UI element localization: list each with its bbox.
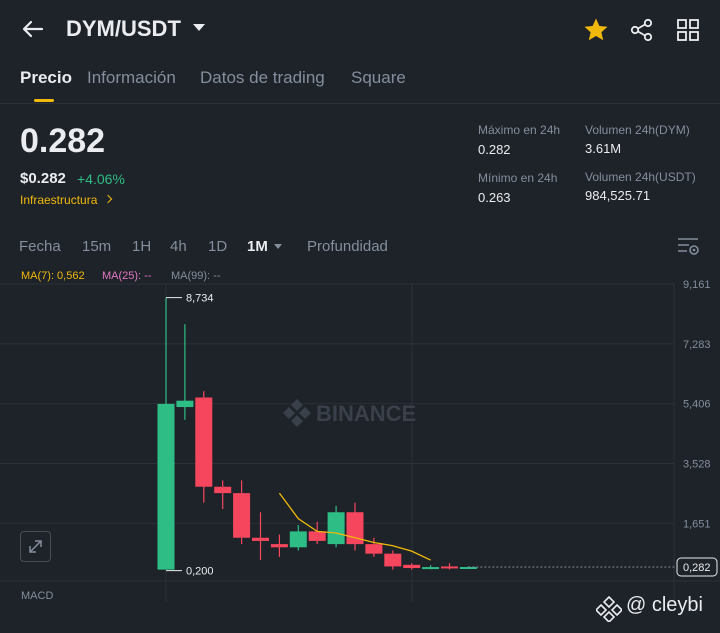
macd-label: MACD [21,590,54,602]
y-tick-label: 9,161 [683,279,711,291]
y-tick-label: 5,406 [683,399,711,411]
price-change: +4.06% [77,171,125,187]
y-tick-label: 1,651 [683,518,711,530]
y-tick-label: 7,283 [683,339,711,351]
candle-body [270,544,288,548]
current-price-label: 0,282 [683,562,711,574]
category-link[interactable]: Infraestructura [20,193,97,207]
low-24h-value: 0.263 [478,190,511,205]
candle-body [195,397,213,487]
tab-datos-trading[interactable]: Datos de trading [200,68,325,88]
candle-body [441,566,458,569]
candle-body [252,537,269,541]
candle-body [384,553,402,567]
candle-body [157,403,175,570]
candle-body [365,544,383,554]
section-tabs: Precio Información Datos de trading Squa… [0,64,720,104]
pair-title[interactable]: DYM/USDT [66,16,181,42]
chart-settings-icon[interactable] [676,236,700,256]
price-usd: $0.282 [20,170,66,187]
volume-base-label: Volumen 24h(DYM) [585,123,690,137]
candle-body [233,493,251,538]
interval-profundidad[interactable]: Profundidad [307,238,388,255]
interval-1m[interactable]: 1M [247,238,268,255]
candle-body [308,531,326,541]
share-icon[interactable] [628,16,656,44]
active-tab-indicator [34,99,54,102]
candle-body [289,531,307,548]
high-24h-value: 0.282 [478,142,511,157]
tab-informacion[interactable]: Información [87,68,176,88]
candle-body [327,512,345,545]
interval-4h[interactable]: 4h [170,238,187,255]
last-price: 0.282 [20,122,106,160]
high-24h-label: Máximo en 24h [478,123,561,137]
candlestick-chart[interactable]: BINANCE 9,161 7,283 5,406 3,528 1,651 0,282 8… [0,262,720,602]
back-arrow-icon[interactable] [18,14,48,44]
tab-precio[interactable]: Precio [20,68,72,88]
chart-grid [0,283,720,602]
candle-body [214,486,232,494]
y-tick-label: 3,528 [683,459,711,471]
expand-icon[interactable] [21,532,50,561]
volume-quote-label: Volumen 24h(USDT) [585,170,696,184]
candle-body [422,567,440,570]
user-watermark: @ cleybi [626,594,703,616]
expand-chart-button[interactable] [20,531,51,562]
interval-15m[interactable]: 15m [82,238,111,255]
chevron-right-icon[interactable] [103,194,113,204]
max-label: 8,734 [186,293,214,305]
low-24h-label: Mínimo en 24h [478,171,558,185]
chevron-down-icon[interactable] [193,24,205,31]
tab-square[interactable]: Square [351,68,406,88]
top-bar: DYM/USDT [0,0,720,60]
interval-1d[interactable]: 1D [208,238,227,255]
binance-logo-icon [596,596,622,622]
interval-bar: Fecha 15m 1H 4h 1D 1M Profundidad [0,232,720,262]
watermark-text: BINANCE [316,401,416,426]
volume-base-value: 3.61M [585,141,622,156]
candle-body [403,564,421,569]
interval-1h[interactable]: 1H [132,238,151,255]
grid-icon[interactable] [674,16,702,44]
min-label: 0,200 [186,566,214,578]
volume-quote-value: 984,525.71 [585,188,651,203]
candle-body [176,400,194,408]
interval-caret-icon[interactable] [274,244,282,249]
interval-fecha[interactable]: Fecha [19,238,61,255]
star-icon[interactable] [582,16,610,44]
